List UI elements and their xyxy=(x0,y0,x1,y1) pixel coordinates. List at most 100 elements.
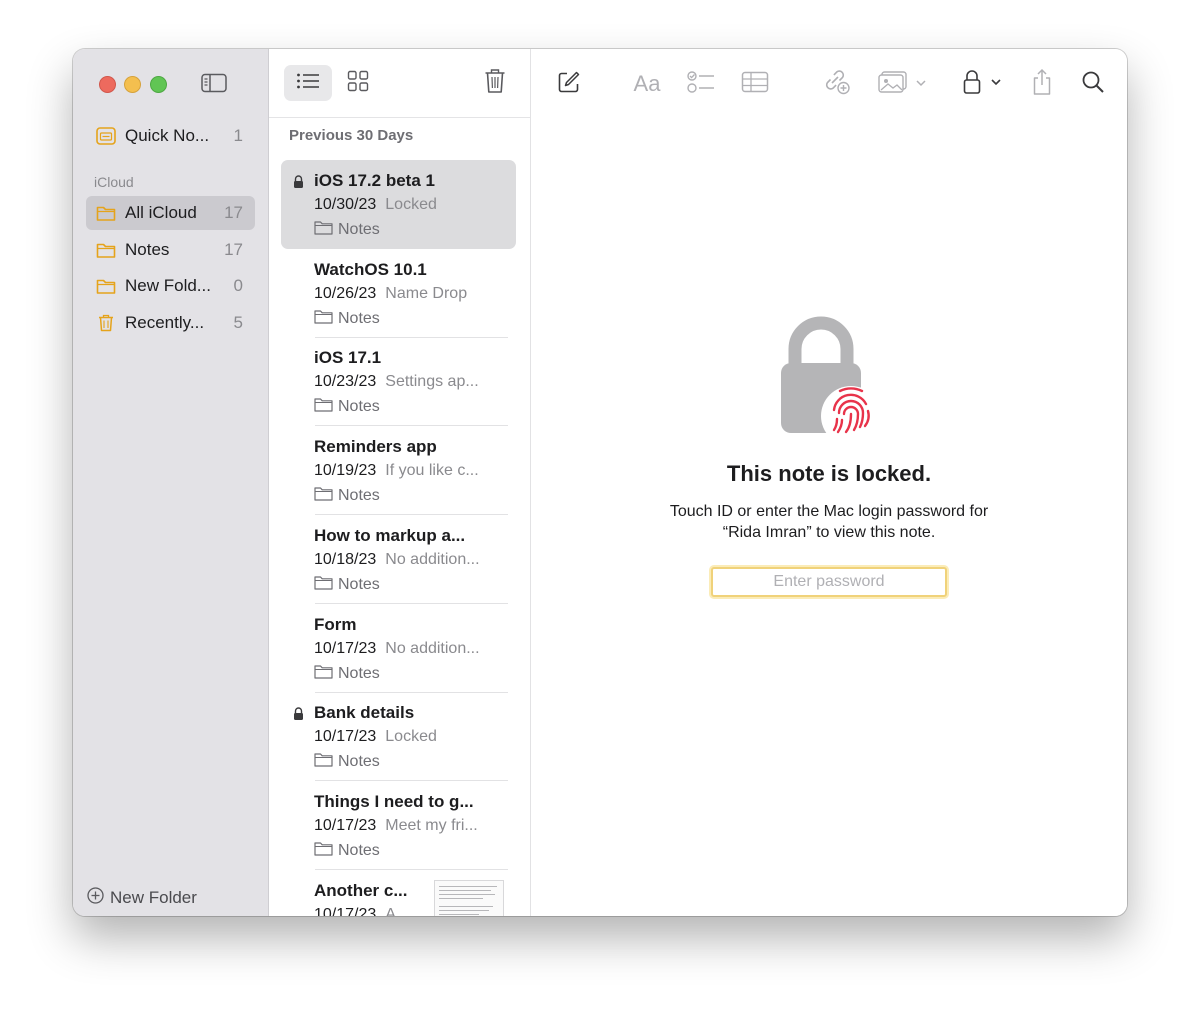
lock-icon xyxy=(293,707,304,721)
note-list-item[interactable]: How to markup a... 10/18/23 No addition...… xyxy=(281,515,516,604)
sidebar-item-count: 17 xyxy=(224,203,243,222)
sidebar-item-count: 17 xyxy=(224,240,243,259)
search-button[interactable] xyxy=(1081,71,1105,97)
folder-icon xyxy=(314,397,333,417)
note-folder-label: Notes xyxy=(338,664,380,682)
note-folder-label: Notes xyxy=(338,841,380,859)
locked-description-line: Touch ID or enter the Mac login password… xyxy=(669,503,989,520)
note-date: 10/17/23 xyxy=(314,816,377,834)
note-date: 10/17/23 xyxy=(314,905,377,916)
format-button[interactable]: Aa xyxy=(631,71,663,97)
sidebar-item-recently-deleted[interactable]: Recently... 5 xyxy=(86,306,255,340)
note-date: 10/17/23 xyxy=(314,728,377,746)
note-folder: Notes xyxy=(314,664,380,684)
sidebar-section-title: iCloud xyxy=(94,174,134,190)
sidebar-item-label: Quick No... xyxy=(125,126,210,145)
locked-description-line: “Rida Imran” to view this note. xyxy=(722,524,936,541)
note-list-item[interactable]: iOS 17.2 beta 1 10/30/23 Locked Notes xyxy=(281,160,516,249)
list-view-icon xyxy=(296,72,320,95)
sidebar-item-count: 0 xyxy=(233,276,243,295)
folder-icon xyxy=(314,575,333,595)
folder-icon xyxy=(96,204,116,222)
delete-note-button[interactable] xyxy=(471,65,519,101)
note-list-item[interactable]: iOS 17.1 10/23/23 Settings ap... Notes xyxy=(281,337,516,427)
note-date: 10/30/23 xyxy=(314,196,377,213)
share-button[interactable] xyxy=(1031,68,1053,97)
note-meta: 10/17/23 Meet my fri... xyxy=(314,817,478,835)
sidebar-item-label: Notes xyxy=(125,240,170,259)
new-folder-button[interactable]: New Folder xyxy=(87,887,197,909)
note-title: Things I need to g... xyxy=(314,791,474,811)
zoom-window-button[interactable] xyxy=(150,76,167,93)
sidebar-item-count: 1 xyxy=(233,126,243,145)
note-title: Form xyxy=(314,614,357,634)
note-list-item[interactable]: Form 10/17/23 No addition... Notes xyxy=(281,604,516,693)
checklist-button[interactable] xyxy=(687,70,715,98)
sidebar-item-new-folder[interactable]: New Fold... 0 xyxy=(86,269,255,303)
note-preview: Settings ap... xyxy=(385,373,479,391)
note-list-item[interactable]: Reminders app 10/19/23 If you like c... Not… xyxy=(281,426,516,516)
collaborate-link-button[interactable] xyxy=(821,69,851,97)
note-title: Another c... xyxy=(314,880,408,900)
note-date: 10/23/23 xyxy=(314,373,377,391)
sidebar-item-label: Recently... xyxy=(125,313,205,332)
minimize-window-button[interactable] xyxy=(124,76,141,93)
sidebar-item-notes[interactable]: Notes 17 xyxy=(86,233,255,267)
lock-icon xyxy=(961,69,1005,100)
sidebar-toggle-icon[interactable] xyxy=(201,73,227,93)
password-input[interactable] xyxy=(711,567,947,597)
sidebar: Quick No... 1 iCloud All iCloud 17 Notes… xyxy=(73,49,269,916)
note-folder-label: Notes xyxy=(338,221,380,238)
sidebar-item-label: All iCloud xyxy=(125,203,197,222)
folder-icon xyxy=(96,241,116,259)
note-meta: 10/19/23 If you like c... xyxy=(314,462,479,480)
note-list-item[interactable]: WatchOS 10.1 10/26/23 Name Drop Notes xyxy=(281,249,516,338)
note-preview: Locked xyxy=(385,196,437,213)
note-preview: Meet my fri... xyxy=(385,816,478,834)
media-button[interactable] xyxy=(878,70,930,97)
table-icon xyxy=(741,71,769,98)
note-list-item[interactable]: Bank details 10/17/23 Locked Notes xyxy=(281,692,516,782)
gallery-view-icon xyxy=(347,70,369,97)
note-meta: 10/17/23 Locked xyxy=(314,728,437,746)
gallery-view-button[interactable] xyxy=(334,65,382,101)
compose-button[interactable] xyxy=(557,71,581,97)
note-meta: 10/30/23 Locked xyxy=(314,196,437,214)
sidebar-item-label: New Fold... xyxy=(125,276,211,295)
note-folder: Notes xyxy=(314,575,380,595)
table-button[interactable] xyxy=(741,71,769,97)
note-folder: Notes xyxy=(314,752,380,772)
checklist-icon xyxy=(687,70,715,98)
note-folder: Notes xyxy=(314,486,380,506)
lock-touchid-icon xyxy=(776,315,886,447)
lock-note-button[interactable] xyxy=(961,69,1005,100)
format-icon: Aa xyxy=(633,71,661,96)
sidebar-item-count: 5 xyxy=(233,313,243,332)
note-preview: No addition... xyxy=(385,550,480,568)
share-icon xyxy=(1031,68,1053,101)
plus-circle-icon xyxy=(87,887,104,909)
note-list-pane: Previous 30 Days iOS 17.2 beta 1 10/30/23… xyxy=(269,49,531,916)
close-window-button[interactable] xyxy=(99,76,116,93)
note-date: 10/26/23 xyxy=(314,284,377,302)
note-meta: 10/26/23 Name Drop xyxy=(314,285,467,303)
note-title: iOS 17.1 xyxy=(314,348,382,368)
note-folder: Notes xyxy=(314,397,380,417)
sidebar-item-all-icloud[interactable]: All iCloud 17 xyxy=(86,196,255,230)
note-preview: Locked xyxy=(385,728,437,746)
note-meta: 10/17/23 A... xyxy=(314,906,409,916)
list-toolbar xyxy=(269,49,530,118)
note-list-item[interactable]: Another c...10/17/23A...Notes xyxy=(281,870,516,916)
folder-icon xyxy=(314,486,333,506)
note-editor-pane: Aa This note is locked. Touch ID or ente… xyxy=(531,49,1127,916)
trash-icon xyxy=(484,68,506,99)
note-date: 10/19/23 xyxy=(314,462,377,480)
list-view-button[interactable] xyxy=(284,65,332,101)
note-list-item[interactable]: Things I need to g... 10/17/23 Meet my fri… xyxy=(281,781,516,870)
locked-description: Touch ID or enter the Mac login password… xyxy=(531,501,1127,543)
note-folder-label: Notes xyxy=(338,575,380,593)
sidebar-item-quick-notes[interactable]: Quick No... 1 xyxy=(86,119,255,153)
folder-icon xyxy=(314,220,333,240)
note-preview: Name Drop xyxy=(385,284,468,302)
note-title: iOS 17.2 beta 1 xyxy=(314,171,435,190)
